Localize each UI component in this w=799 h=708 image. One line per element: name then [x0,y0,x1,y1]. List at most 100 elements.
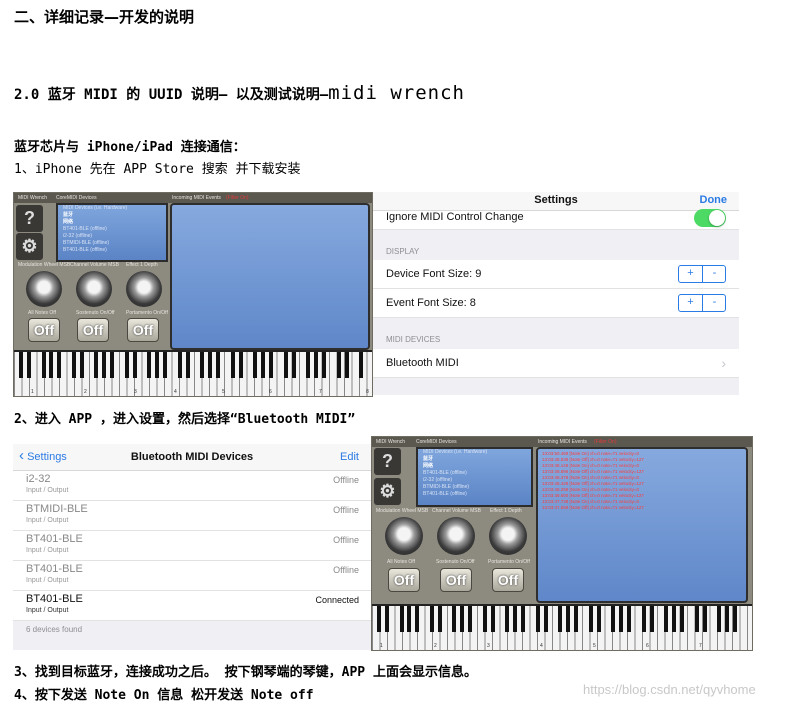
device-sub: Input / Output [26,607,69,614]
help-icon[interactable]: ? [16,205,43,232]
modulation-knob[interactable] [385,517,423,555]
page-heading: 二、详细记录—开发的说明 [14,8,195,26]
incoming-events-panel [170,203,370,350]
ignore-midi-toggle[interactable] [694,209,726,227]
gear-icon[interactable]: ⚙ [374,478,401,505]
piano-keyboard[interactable]: 1 2 3 4 5 6 7 [372,604,752,650]
volume-knob[interactable] [437,517,475,555]
device-name: BT401-BLE [26,593,83,605]
screenshot-settings: Settings Done Ignore MIDI Control Change… [373,192,739,395]
device-sub: Input / Output [26,577,69,584]
device-list[interactable]: MIDI Devices (i.e. Hardware) 蓝牙 网络 BT401… [56,203,168,262]
device-list-item[interactable]: BT401-BLE (offline) [418,491,531,498]
octave-label: 2 [84,389,87,395]
switch-label-all-notes: All Notes Off [28,310,56,316]
device-list-item[interactable]: i2-32 (offline) [418,477,531,484]
device-sub: Input / Output [26,517,69,524]
midi-devices-header: MIDI DEVICES [386,335,441,344]
device-font-increment[interactable]: + [679,266,702,282]
section-title-prefix: 2.0 蓝牙 MIDI 的 UUID 说明— 以及测试说明— [14,87,329,103]
portamento-button[interactable]: Off [492,568,524,592]
event-font-decrement[interactable]: - [703,295,726,311]
gear-icon[interactable]: ⚙ [16,233,43,260]
edit-button[interactable]: Edit [340,451,359,463]
device-row[interactable]: i2-32 Input / Output Offline [13,471,371,501]
all-notes-off-button[interactable]: Off [28,318,60,342]
device-list-item[interactable]: BT401-BLE (offline) [418,470,531,477]
app-title: MIDI Wrench [376,439,406,445]
device-list-item[interactable]: BT401-BLE (offline) [58,247,166,254]
knob-label-volume: Channel Volume MSB [70,262,119,268]
help-icon[interactable]: ? [374,448,401,475]
sostenuto-button[interactable]: Off [77,318,109,342]
events-label: Incoming MIDI Events [538,439,587,445]
device-font-label: Device Font Size: 9 [386,268,482,280]
device-list-item[interactable]: BTMIDI-BLE (offline) [418,484,531,491]
knob-label-effect: Effect 1 Depth [490,508,522,514]
octave-label: 7 [699,643,702,649]
bt-nav-bar: ‹ Settings Bluetooth MIDI Devices Edit [13,444,371,471]
device-list-item[interactable]: MIDI Devices (i.e. Hardware) [58,205,166,212]
octave-label: 8 [366,389,369,395]
volume-knob[interactable] [76,271,112,307]
device-list-item[interactable]: i2-32 (offline) [58,233,166,240]
bluetooth-midi-row[interactable]: Bluetooth MIDI › [373,349,739,378]
switch-label-sostenuto: Sostenuto On/Off [76,310,115,316]
event-font-stepper[interactable]: + - [678,294,726,312]
octave-label: 6 [269,389,272,395]
event-font-increment[interactable]: + [679,295,702,311]
modulation-knob[interactable] [26,271,62,307]
switch-label-portamento: Portamento On/Off [488,559,530,565]
piano-keyboard[interactable]: 1 2 3 4 5 6 7 8 [14,350,372,396]
octave-label: 5 [222,389,225,395]
device-status: Offline [333,505,359,515]
step-3: 3、找到目标蓝牙，连接成功之后。 按下钢琴端的琴键，APP 上面会显示信息。 [14,665,477,680]
device-list-item[interactable]: BT401-BLE (offline) [58,226,166,233]
devices-label: CoreMIDI Devices [416,439,457,445]
device-row[interactable]: BT401-BLE Input / Output Offline [13,531,371,561]
knob-label-modulation: Modulation Wheel MSB [376,508,429,514]
settings-row-device-font: Device Font Size: 9 + - [373,260,739,289]
device-row[interactable]: BT401-BLE Input / Output Offline [13,561,371,591]
device-list[interactable]: MIDI Devices (i.e. Hardware) 蓝牙 网络 BT401… [416,447,533,507]
device-row[interactable]: BTMIDI-BLE Input / Output Offline [13,501,371,531]
screenshot-midi-wrench-events: MIDI Wrench CoreMIDI Devices Incoming MI… [371,436,753,651]
sostenuto-button[interactable]: Off [440,568,472,592]
app-title: MIDI Wrench [18,195,48,201]
device-sub: Input / Output [26,547,69,554]
device-list-item[interactable]: MIDI Devices (i.e. Hardware) [418,449,531,456]
effect-knob[interactable] [489,517,527,555]
device-list-item[interactable]: 蓝牙 [418,456,531,463]
bt-title: Bluetooth MIDI Devices [130,451,254,463]
effect-knob[interactable] [126,271,162,307]
device-list-item[interactable]: 网络 [418,463,531,470]
bluetooth-midi-label: Bluetooth MIDI [386,357,459,369]
device-list-item[interactable]: 网络 [58,219,166,226]
device-font-stepper[interactable]: + - [678,265,726,283]
octave-label: 3 [134,389,137,395]
section-title-highlight: midi wrench [328,82,465,104]
all-notes-off-button[interactable]: Off [388,568,420,592]
device-row[interactable]: BT401-BLE Input / Output Connected [13,591,371,621]
event-line: 13:03:47.559 [Note Off] ch=0 note=71 vel… [542,505,644,510]
device-list-item[interactable]: 蓝牙 [58,212,166,219]
portamento-button[interactable]: Off [127,318,159,342]
done-button[interactable]: Done [700,194,728,206]
settings-title: Settings [534,194,578,206]
device-sub: Input / Output [26,487,69,494]
ignore-midi-label: Ignore MIDI Control Change [386,211,524,223]
knob-label-modulation: Modulation Wheel MSB [18,262,71,268]
device-status: Offline [333,565,359,575]
filter-label: (Filter On) [594,439,617,445]
device-status: Offline [333,535,359,545]
device-font-decrement[interactable]: - [703,266,726,282]
device-name: BTMIDI-BLE [26,503,88,515]
switch-label-sostenuto: Sostenuto On/Off [436,559,475,565]
settings-row-ignore: Ignore MIDI Control Change [373,209,739,230]
device-list-item[interactable]: BTMIDI-BLE (offline) [58,240,166,247]
devices-found: 6 devices found [26,625,83,634]
screenshot-midi-wrench-main: MIDI Wrench CoreMIDI Devices Incoming MI… [13,192,373,397]
device-name: BT401-BLE [26,563,83,575]
device-name: BT401-BLE [26,533,83,545]
section-title: 2.0 蓝牙 MIDI 的 UUID 说明— 以及测试说明—midi wrenc… [14,82,465,104]
